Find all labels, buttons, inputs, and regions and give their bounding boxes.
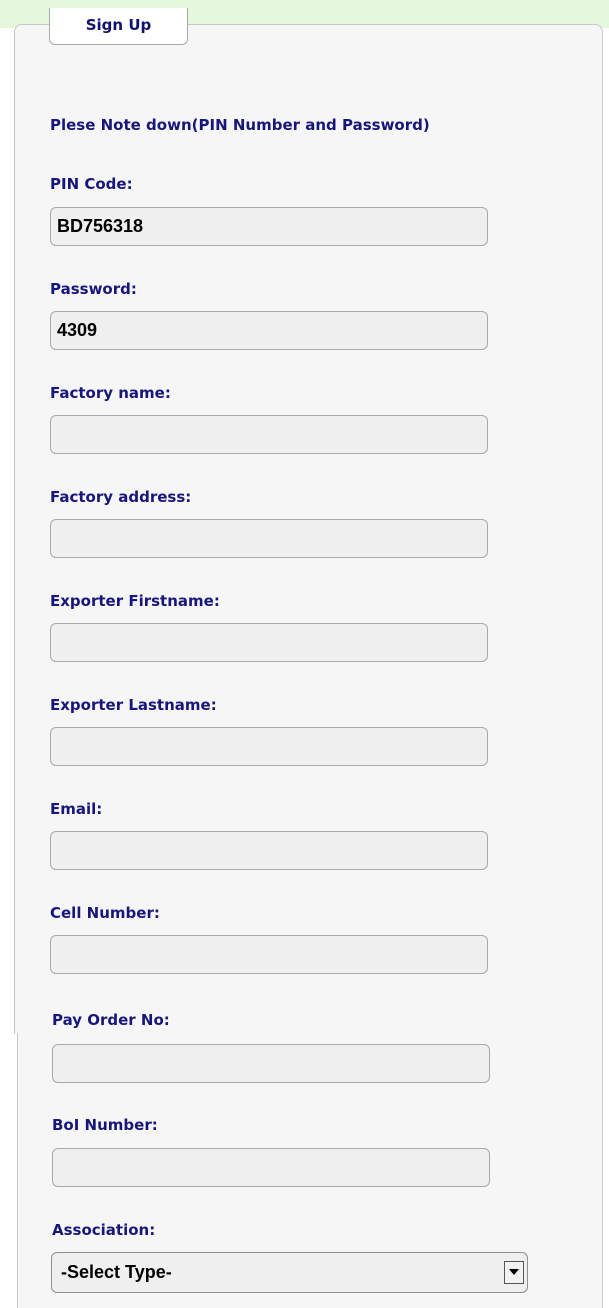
pay-order-no-input[interactable] bbox=[52, 1044, 490, 1083]
pin-code-label: PIN Code: bbox=[50, 175, 133, 193]
association-select[interactable]: -Select Type- bbox=[51, 1252, 528, 1293]
exporter-firstname-label: Exporter Firstname: bbox=[50, 592, 220, 610]
pay-order-no-label: Pay Order No: bbox=[52, 1011, 170, 1029]
exporter-lastname-label: Exporter Lastname: bbox=[50, 696, 217, 714]
boi-number-label: BoI Number: bbox=[52, 1116, 158, 1134]
factory-name-label: Factory name: bbox=[50, 384, 171, 402]
note-text: Plese Note down(PIN Number and Password) bbox=[50, 116, 430, 134]
association-label: Association: bbox=[52, 1221, 156, 1239]
password-input[interactable] bbox=[50, 311, 488, 350]
boi-number-input[interactable] bbox=[52, 1148, 490, 1187]
cell-number-input[interactable] bbox=[50, 935, 488, 974]
exporter-firstname-input[interactable] bbox=[50, 623, 488, 662]
cell-number-label: Cell Number: bbox=[50, 904, 160, 922]
password-label: Password: bbox=[50, 280, 137, 298]
association-selected-value: -Select Type- bbox=[61, 1262, 172, 1282]
factory-address-label: Factory address: bbox=[50, 488, 192, 506]
factory-name-input[interactable] bbox=[50, 415, 488, 454]
email-label: Email: bbox=[50, 800, 103, 818]
pin-code-input[interactable] bbox=[50, 207, 488, 246]
factory-address-input[interactable] bbox=[50, 519, 488, 558]
exporter-lastname-input[interactable] bbox=[50, 727, 488, 766]
email-input[interactable] bbox=[50, 831, 488, 870]
tab-sign-up[interactable]: Sign Up bbox=[49, 8, 188, 45]
chevron-down-icon[interactable] bbox=[504, 1261, 524, 1284]
